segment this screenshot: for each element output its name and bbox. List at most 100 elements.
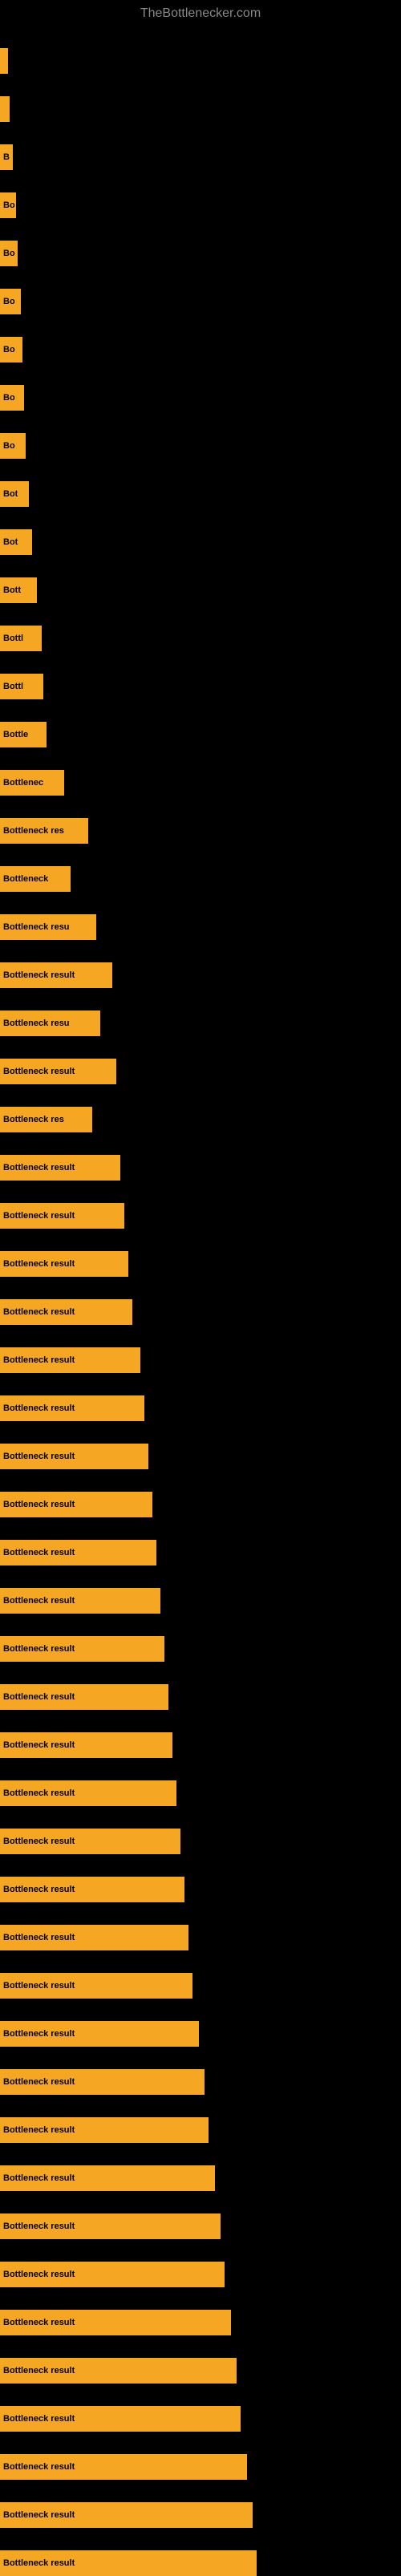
bar-item-9: Bo — [0, 433, 26, 459]
bar-item-27: Bottleneck result — [0, 1299, 132, 1325]
bar-item-6: Bo — [0, 289, 21, 314]
bar-row: Bottleneck result — [0, 2310, 401, 2335]
bar-item-20: Bottleneck result — [0, 962, 112, 988]
bar-row: Bottleneck result — [0, 1684, 401, 1710]
bar-item-39: Bottleneck result — [0, 1877, 184, 1902]
bar-row: Bottleneck result — [0, 2454, 401, 2480]
bar-row: Bottl — [0, 626, 401, 651]
bar-row: Bottleneck — [0, 866, 401, 892]
bar-item-48: Bottleneck result — [0, 2310, 231, 2335]
bar-item-12: Bott — [0, 577, 37, 603]
bar-row: Bottleneck result — [0, 1780, 401, 1806]
bar-item-53: Bottleneck result — [0, 2550, 257, 2576]
bar-row: Bottleneck res — [0, 1107, 401, 1132]
bar-row: Bottleneck result — [0, 1155, 401, 1181]
bar-row: Bottleneck result — [0, 962, 401, 988]
bar-row: Bot — [0, 529, 401, 555]
bar-item-8: Bo — [0, 385, 24, 411]
bar-row: Bottleneck result — [0, 2069, 401, 2095]
bar-item-49: Bottleneck result — [0, 2358, 237, 2384]
bar-row: Bottleneck result — [0, 2213, 401, 2239]
bar-row: Bottleneck result — [0, 2550, 401, 2576]
bar-row: Bo — [0, 337, 401, 363]
bar-item-19: Bottleneck resu — [0, 914, 96, 940]
bar-row: Bottleneck resu — [0, 914, 401, 940]
bar-row — [0, 96, 401, 122]
bar-item-34: Bottleneck result — [0, 1636, 164, 1662]
bar-row: Bo — [0, 385, 401, 411]
bar-row: Bottleneck result — [0, 2021, 401, 2047]
bar-item-50: Bottleneck result — [0, 2406, 241, 2432]
bar-row: Bottleneck resu — [0, 1011, 401, 1036]
bar-item-31: Bottleneck result — [0, 1492, 152, 1517]
bar-row: Bottleneck result — [0, 1444, 401, 1469]
bar-row: B — [0, 144, 401, 170]
bar-row: Bottleneck result — [0, 2117, 401, 2143]
bar-row: Bott — [0, 577, 401, 603]
bar-row: Bottleneck result — [0, 1588, 401, 1614]
bar-item-33: Bottleneck result — [0, 1588, 160, 1614]
bar-item-37: Bottleneck result — [0, 1780, 176, 1806]
bar-item-22: Bottleneck result — [0, 1059, 116, 1084]
bar-item-17: Bottleneck res — [0, 818, 88, 844]
bar-item-14: Bottl — [0, 674, 43, 699]
bar-item-3: B — [0, 144, 13, 170]
bar-row: Bottleneck result — [0, 1059, 401, 1084]
bar-item-28: Bottleneck result — [0, 1347, 140, 1373]
bar-item-4: Bo — [0, 192, 16, 218]
bar-item-45: Bottleneck result — [0, 2165, 215, 2191]
bar-row: Bo — [0, 289, 401, 314]
bar-row: Bottleneck result — [0, 1492, 401, 1517]
bar-row: Bottleneck result — [0, 1540, 401, 1565]
bar-item-16: Bottlenec — [0, 770, 64, 796]
bar-item-42: Bottleneck result — [0, 2021, 199, 2047]
bar-row: Bottleneck result — [0, 1973, 401, 1999]
bar-item-47: Bottleneck result — [0, 2262, 225, 2287]
bar-row: Bo — [0, 433, 401, 459]
bar-item-43: Bottleneck result — [0, 2069, 205, 2095]
bar-row: Bottleneck result — [0, 1299, 401, 1325]
bar-row: Bottleneck result — [0, 1877, 401, 1902]
bar-item-52: Bottleneck result — [0, 2502, 253, 2528]
bar-item-15: Bottle — [0, 722, 47, 747]
bar-item-41: Bottleneck result — [0, 1973, 192, 1999]
bar-item-13: Bottl — [0, 626, 42, 651]
bar-item-32: Bottleneck result — [0, 1540, 156, 1565]
bar-row: Bo — [0, 241, 401, 266]
bar-item-40: Bottleneck result — [0, 1925, 188, 1950]
bar-row: Bottleneck result — [0, 1636, 401, 1662]
bar-row — [0, 48, 401, 74]
bar-item-23: Bottleneck res — [0, 1107, 92, 1132]
bar-row: Bottleneck result — [0, 1395, 401, 1421]
bar-item-51: Bottleneck result — [0, 2454, 247, 2480]
bar-row: Bo — [0, 192, 401, 218]
bar-item-7: Bo — [0, 337, 22, 363]
bar-row: Bottleneck res — [0, 818, 401, 844]
bar-row: Bottleneck result — [0, 2502, 401, 2528]
bar-item-25: Bottleneck result — [0, 1203, 124, 1229]
bar-row: Bottleneck result — [0, 1925, 401, 1950]
bar-row: Bottleneck result — [0, 1347, 401, 1373]
bar-row: Bottleneck result — [0, 2262, 401, 2287]
bar-item-5: Bo — [0, 241, 18, 266]
bar-row: Bottle — [0, 722, 401, 747]
bar-item-1 — [0, 48, 8, 74]
bar-row: Bottlenec — [0, 770, 401, 796]
bar-row: Bottleneck result — [0, 2165, 401, 2191]
bar-item-24: Bottleneck result — [0, 1155, 120, 1181]
bar-item-11: Bot — [0, 529, 32, 555]
bar-item-21: Bottleneck resu — [0, 1011, 100, 1036]
bar-item-10: Bot — [0, 481, 29, 507]
bar-item-26: Bottleneck result — [0, 1251, 128, 1277]
bar-item-29: Bottleneck result — [0, 1395, 144, 1421]
bar-row: Bottl — [0, 674, 401, 699]
bar-item-18: Bottleneck — [0, 866, 71, 892]
bar-item-46: Bottleneck result — [0, 2213, 221, 2239]
bar-row: Bottleneck result — [0, 1203, 401, 1229]
bar-item-30: Bottleneck result — [0, 1444, 148, 1469]
bar-row: Bottleneck result — [0, 1251, 401, 1277]
bar-item-44: Bottleneck result — [0, 2117, 209, 2143]
bar-row: Bottleneck result — [0, 2358, 401, 2384]
bar-item-35: Bottleneck result — [0, 1684, 168, 1710]
bar-row: Bottleneck result — [0, 1732, 401, 1758]
